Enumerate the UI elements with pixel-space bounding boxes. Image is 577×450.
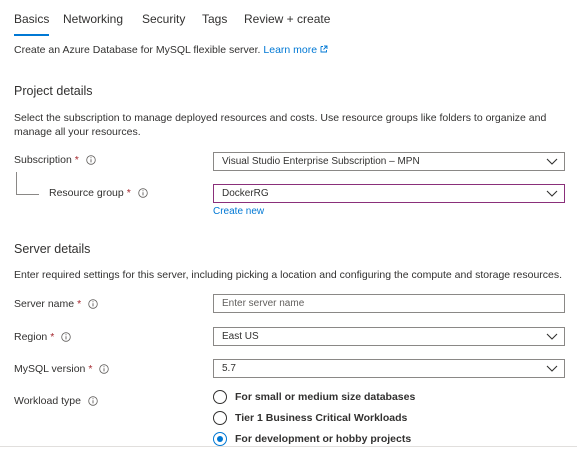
tab-review-create[interactable]: Review + create [244, 12, 330, 26]
mysql-version-dropdown[interactable]: 5.7 [213, 359, 565, 378]
learn-more-label[interactable]: Learn more [263, 44, 317, 56]
region-label-text: Region [14, 331, 48, 343]
subscription-label-text: Subscription [14, 154, 72, 166]
server-name-label-text: Server name [14, 298, 75, 310]
resource-group-value: DockerRG [222, 188, 269, 199]
create-new-link[interactable]: Create new [213, 206, 264, 217]
intro-text: Create an Azure Database for MySQL flexi… [14, 44, 328, 56]
mysql-version-label-text: MySQL version [14, 363, 86, 375]
info-icon[interactable] [88, 299, 98, 309]
required-marker: * [126, 187, 131, 199]
tree-connector [16, 172, 39, 195]
server-details-heading: Server details [14, 242, 91, 256]
intro-description: Create an Azure Database for MySQL flexi… [14, 44, 261, 56]
region-dropdown[interactable]: East US [213, 327, 565, 346]
project-details-description: Select the subscription to manage deploy… [14, 112, 547, 138]
workload-option-label: Tier 1 Business Critical Workloads [235, 412, 408, 424]
workload-option-small-medium[interactable]: For small or medium size databases [213, 390, 415, 404]
info-icon[interactable] [99, 364, 110, 374]
tab-basics[interactable]: Basics [14, 12, 50, 36]
subscription-label: Subscription * [14, 154, 96, 166]
external-link-icon [320, 45, 328, 53]
mysql-version-label: MySQL version * [14, 363, 110, 375]
server-name-field[interactable] [213, 294, 565, 313]
region-label: Region * [14, 331, 72, 343]
subscription-value: Visual Studio Enterprise Subscription – … [222, 156, 420, 167]
workload-type-label: Workload type [14, 395, 98, 407]
chevron-down-icon [546, 190, 558, 197]
chevron-down-icon [546, 158, 558, 165]
server-name-input[interactable] [222, 298, 522, 309]
resource-group-label: Resource group * [49, 187, 148, 199]
server-details-description: Enter required settings for this server,… [14, 269, 563, 281]
info-icon[interactable] [61, 332, 72, 342]
radio-button[interactable] [213, 411, 227, 425]
chevron-down-icon [546, 333, 558, 340]
project-details-heading: Project details [14, 84, 93, 98]
region-value: East US [222, 331, 259, 342]
workload-type-label-text: Workload type [14, 395, 81, 407]
workload-option-tier1[interactable]: Tier 1 Business Critical Workloads [213, 411, 407, 425]
required-marker: * [88, 363, 93, 375]
subscription-dropdown[interactable]: Visual Studio Enterprise Subscription – … [213, 152, 565, 171]
required-marker: * [77, 298, 82, 310]
learn-more-link[interactable]: Learn more [263, 44, 328, 56]
resource-group-label-text: Resource group [49, 187, 124, 199]
info-icon[interactable] [88, 396, 98, 406]
required-marker: * [74, 154, 79, 166]
server-name-label: Server name * [14, 298, 98, 310]
chevron-down-icon [546, 365, 558, 372]
workload-option-label: For development or hobby projects [235, 433, 412, 445]
workload-option-label: For small or medium size databases [235, 391, 416, 403]
mysql-version-value: 5.7 [222, 363, 236, 374]
required-marker: * [50, 331, 55, 343]
tab-tags[interactable]: Tags [202, 12, 227, 26]
info-icon[interactable] [138, 188, 148, 198]
info-icon[interactable] [86, 155, 96, 165]
radio-button[interactable] [213, 390, 227, 404]
workload-option-development[interactable]: For development or hobby projects [213, 432, 411, 446]
bottom-divider [0, 446, 577, 447]
tab-networking[interactable]: Networking [63, 12, 123, 26]
tab-security[interactable]: Security [142, 12, 185, 26]
radio-button-selected[interactable] [213, 432, 227, 446]
resource-group-dropdown[interactable]: DockerRG [213, 184, 565, 203]
